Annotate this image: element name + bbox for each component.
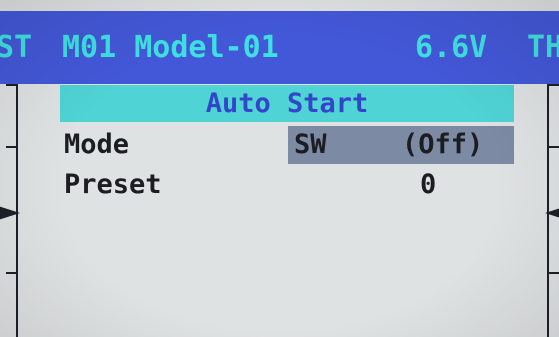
lcd-screen: ST M01 Model-01 6.6V TH Auto Start Mode … (0, 0, 559, 337)
menu-row-mode[interactable]: Mode SW (Off) (60, 126, 514, 164)
trim-tick (6, 146, 18, 148)
mode-state-value: (Off) (402, 129, 484, 160)
throttle-trim-label: TH (527, 30, 559, 65)
trim-tick (6, 272, 18, 274)
preset-label: Preset (64, 169, 162, 200)
battery-voltage: 6.6V (415, 30, 488, 65)
status-header: ST M01 Model-01 6.6V TH (0, 11, 559, 84)
mode-selector[interactable]: SW (Off) (288, 126, 514, 164)
mode-label: Mode (64, 129, 130, 160)
trim-tick (547, 146, 559, 148)
trim-pointer-icon (0, 206, 20, 220)
model-name: M01 Model-01 (62, 30, 279, 65)
trim-tick (547, 84, 559, 86)
page-title: Auto Start (60, 85, 514, 122)
steering-trim-label: ST (0, 30, 33, 65)
trim-pointer-icon (545, 206, 559, 220)
steering-trim-gauge (0, 84, 32, 337)
trim-tick (6, 84, 18, 86)
mode-switch-value: SW (294, 129, 327, 160)
throttle-trim-gauge (533, 84, 559, 337)
trim-tick (547, 272, 559, 274)
menu-row-preset[interactable]: Preset 0 (60, 166, 514, 204)
preset-value[interactable]: 0 (420, 166, 436, 204)
